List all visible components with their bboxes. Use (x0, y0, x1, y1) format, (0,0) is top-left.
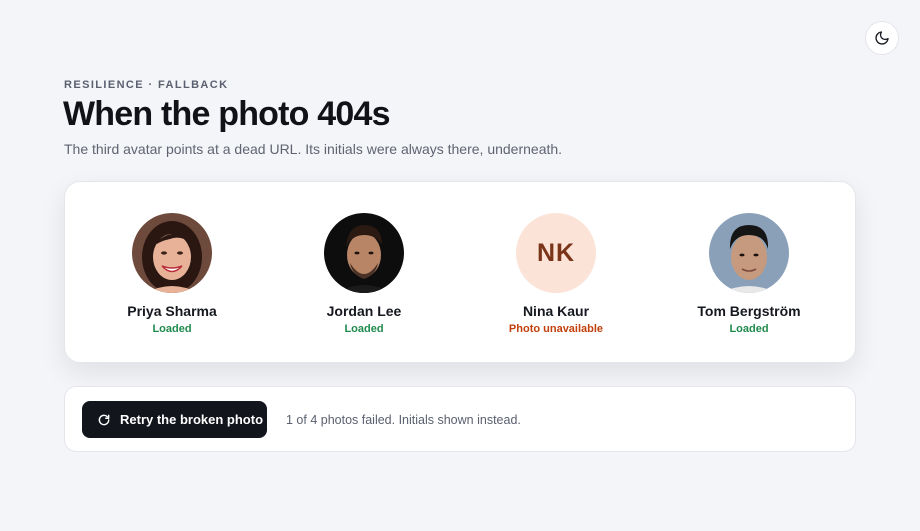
retry-button-label: Retry the broken photo (120, 412, 264, 427)
person-name: Jordan Lee (326, 303, 402, 319)
person-name: Tom Bergström (697, 303, 801, 319)
avatar-card: Priya Sharma Loaded Jordan Lee Loaded NK… (64, 181, 856, 363)
avatar-initials: NK (536, 238, 576, 267)
person-priya-sharma: Priya Sharma Loaded (77, 213, 267, 336)
status-label: Photo unavailable (508, 323, 604, 335)
portrait-image (132, 213, 212, 293)
status-label: Loaded (729, 323, 769, 335)
page-subtitle: The third avatar points at a dead URL. I… (64, 141, 563, 157)
action-bar: Retry the broken photo 1 of 4 photos fai… (64, 386, 856, 452)
portrait-image (324, 213, 404, 293)
person-jordan-lee: Jordan Lee Loaded (269, 213, 459, 336)
page-title: When the photo 404s (63, 95, 391, 133)
person-tom-bergstrom: Tom Bergström Loaded (654, 213, 844, 336)
refresh-icon (98, 414, 110, 425)
retry-button[interactable]: Retry the broken photo (82, 401, 267, 438)
person-name: Nina Kaur (522, 303, 590, 319)
avatar-photo (132, 213, 212, 293)
page: RESILIENCE · FALLBACK When the photo 404… (0, 0, 920, 531)
eyebrow-label: RESILIENCE · FALLBACK (64, 79, 229, 91)
avatar-photo (324, 213, 404, 293)
status-label: Loaded (152, 323, 192, 335)
person-name: Priya Sharma (127, 303, 217, 319)
portrait-image (709, 213, 789, 293)
failure-summary: 1 of 4 photos failed. Initials shown ins… (286, 413, 521, 427)
person-nina-kaur: NK Nina Kaur Photo unavailable (461, 213, 651, 336)
status-label: Loaded (344, 323, 384, 335)
avatar-photo (709, 213, 789, 293)
avatar-initials-fallback: NK (516, 213, 596, 293)
moon-icon (875, 31, 889, 45)
theme-toggle-button[interactable] (865, 21, 899, 55)
